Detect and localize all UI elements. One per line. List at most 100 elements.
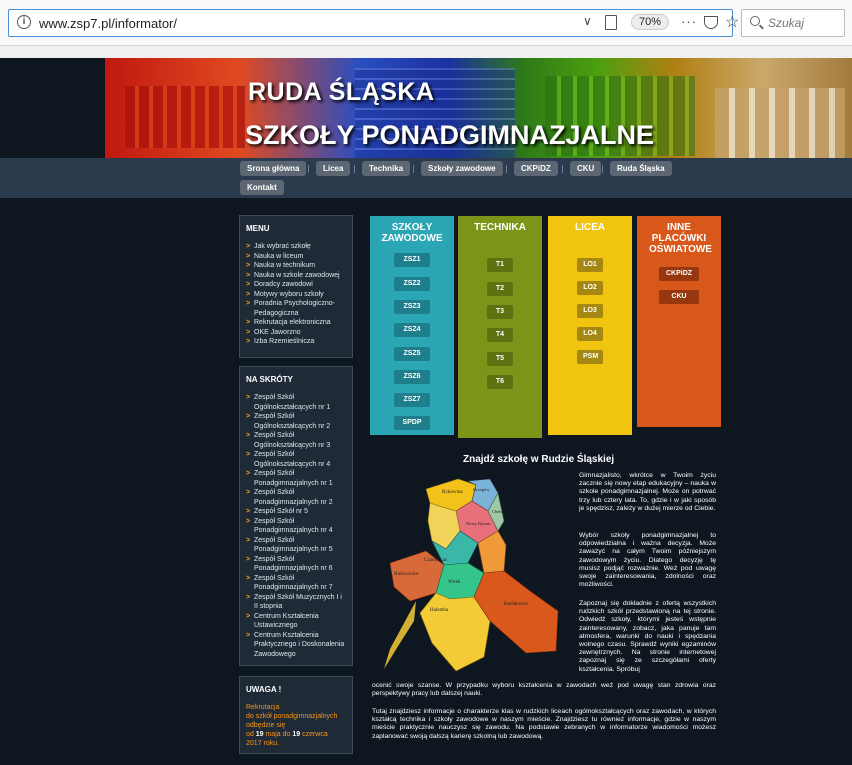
shortcut-item[interactable]: Zespół Szkół Muzycznych I i II stopnia [246,593,346,612]
intro-paragraph-3: Zapoznaj się dokładnie z ofertą wszystki… [579,600,716,673]
shortcut-item[interactable]: Centrum Kształcenia Praktycznego i Dosko… [246,631,346,660]
banner-title-schools: SZKOŁY PONADGIMNAZJALNE [245,120,655,150]
menu-item[interactable]: Nauka w liceum [246,252,346,262]
shortcut-item[interactable]: Zespół Szkół Ponadgimnazjalnych nr 1 [246,469,346,488]
find-school-heading: Znajdź szkołę w Rudzie Śląskiej [463,454,615,465]
menu-box: MENU Jak wybrać szkołę Nauka w liceum Na… [239,215,353,358]
banner-photo-building [715,88,845,158]
column-title: LICEA [575,222,605,233]
nav-ruda-slaska[interactable]: Ruda Śląska [610,161,672,176]
browser-toolbar: i www.zsp7.pl/informator/ ∨ 70% ··· ☆ Sz… [0,0,852,46]
menu-item[interactable]: Nauka w szkole zawodowej [246,271,346,281]
shortcuts-title: NA SKRÓTY [246,375,293,384]
school-button-cku[interactable]: CKU [659,290,699,304]
nav-kontakt[interactable]: Kontakt [240,180,284,195]
site-info-icon[interactable]: i [17,15,31,29]
address-bar[interactable]: i www.zsp7.pl/informator/ ∨ 70% ··· ☆ [8,9,739,37]
map-label-bykowina: Bykowina [442,490,463,495]
nav-ckpidz[interactable]: CKPiDZ [514,161,558,176]
menu-item[interactable]: Doradcy zawodowi [246,280,346,290]
search-placeholder: Szukaj [768,16,805,30]
nav-technika[interactable]: Technika [362,161,411,176]
chevron-down-icon[interactable]: ∨ [583,14,592,28]
url-text[interactable]: www.zsp7.pl/informator/ [39,16,177,31]
map-label-czarny-las: Czarny Las [424,558,447,563]
school-button-zsz2[interactable]: ZSZ2 [394,277,430,291]
notice-text[interactable]: Rekrutacja do szkół ponadgimnazjalnych o… [246,703,346,748]
school-button-lo3[interactable]: LO3 [577,304,603,318]
school-button-zsz7[interactable]: ZSZ7 [394,393,430,407]
school-button-t3[interactable]: T3 [487,305,513,319]
notice-title: UWAGA ! [246,685,282,694]
site-banner: RUDA ŚLĄSKA SZKOŁY PONADGIMNAZJALNE [105,58,852,158]
page-actions-icon[interactable]: ··· [681,14,697,29]
school-button-lo1[interactable]: LO1 [577,258,603,272]
school-button-zsz1[interactable]: ZSZ1 [394,253,430,267]
school-button-lo2[interactable]: LO2 [577,281,603,295]
zoom-level-button[interactable]: 70% [631,14,670,30]
map-label-bielszowice: Bielszowice [394,572,419,577]
column-technika: TECHNIKA T1 T2 T3 T4 T5 T6 [458,216,542,438]
reader-view-icon[interactable] [605,15,617,30]
school-button-t1[interactable]: T1 [487,258,513,272]
search-input[interactable]: Szukaj [741,9,845,37]
menu-item[interactable]: Jak wybrać szkołę [246,242,346,252]
school-button-t2[interactable]: T2 [487,282,513,296]
shortcut-item[interactable]: Zespół Szkół Ogólnokształcących nr 2 [246,412,346,431]
column-szkoly-zawodowe: SZKOŁY ZAWODOWE ZSZ1 ZSZ2 ZSZ3 ZSZ4 ZSZ5… [370,216,454,435]
column-title: INNE PLACÓWKI OŚWIATOWE [649,222,712,255]
menu-item[interactable]: Izba Rzemieślnicza [246,337,346,347]
school-button-zsz4[interactable]: ZSZ4 [394,323,430,337]
shortcut-item[interactable]: Zespół Szkół Ponadgimnazjalnych nr 4 [246,517,346,536]
shortcut-item[interactable]: Zespół Szkół Ogólnokształcących nr 1 [246,393,346,412]
menu-item[interactable]: OKE Jaworzno [246,328,346,338]
menu-title: MENU [246,224,270,233]
school-button-psm[interactable]: PSM [577,350,603,364]
intro-paragraph-1: Gimnazjalisto, wkrótce w Twoim życiu zac… [579,472,716,512]
column-licea: LICEA LO1 LO2 LO3 LO4 PSM [548,216,632,435]
intro-paragraph-5: Tutaj znajdziesz informacje o charakterz… [372,708,716,740]
map-label-chebzie: Chebzie [492,509,507,514]
shortcut-item[interactable]: Zespół Szkół nr 5 [246,507,346,517]
shortcut-item[interactable]: Centrum Kształcenia Ustawicznego [246,612,346,631]
school-button-ckpidz[interactable]: CKPiDZ [659,267,699,281]
nav-home[interactable]: Srona główna [240,161,307,176]
shortcuts-box: NA SKRÓTY Zespół Szkół Ogólnokształcącyc… [239,366,353,666]
map-label-kochlowice: Kochłowice [504,602,529,607]
main-nav: Srona główna Licea Technika Szkoły zawod… [0,158,852,198]
bookmark-star-icon[interactable]: ☆ [725,12,739,32]
nav-cku[interactable]: CKU [570,161,602,176]
school-button-t5[interactable]: T5 [487,352,513,366]
column-title: SZKOŁY ZAWODOWE [381,222,443,244]
school-button-t4[interactable]: T4 [487,328,513,342]
nav-szkoly-zawodowe[interactable]: Szkoły zawodowe [421,161,503,176]
map-label-nowy-bytom: Nowy Bytom [466,521,491,526]
menu-item[interactable]: Rekrutacja elektroniczna [246,318,346,328]
school-button-zsz6[interactable]: ZSZ6 [394,370,430,384]
shortcut-item[interactable]: Zespół Szkół Ogólnokształcących nr 3 [246,431,346,450]
ruda-slaska-district-map[interactable]: Bykowina Orzegów Nowy Bytom Chebzie Czar… [380,471,575,676]
intro-paragraph-4: ocenić swoje szanse. W przypadku wyboru … [372,682,716,698]
pocket-icon[interactable] [704,16,718,29]
map-label-halemba: Halemba [430,608,449,613]
school-button-zsz3[interactable]: ZSZ3 [394,300,430,314]
menu-item[interactable]: Motywy wyboru szkoły [246,290,346,300]
school-button-t6[interactable]: T6 [487,375,513,389]
menu-item[interactable]: Poradnia Psychologiczno-Pedagogiczna [246,299,346,318]
shortcut-item[interactable]: Zespół Szkół Ponadgimnazjalnych nr 6 [246,555,346,574]
map-label-wirek: Wirek [448,580,461,585]
school-button-zsz5[interactable]: ZSZ5 [394,347,430,361]
menu-item[interactable]: Nauka w technikum [246,261,346,271]
map-label-orzegow: Orzegów [473,487,490,492]
shortcut-item[interactable]: Zespół Szkół Ogólnokształcących nr 4 [246,450,346,469]
banner-photo-red [125,86,245,148]
shortcut-item[interactable]: Zespół Szkół Ponadgimnazjalnych nr 7 [246,574,346,593]
search-icon [750,16,760,26]
column-title: TECHNIKA [474,222,526,233]
school-button-lo4[interactable]: LO4 [577,327,603,341]
nav-licea[interactable]: Licea [316,161,351,176]
shortcut-item[interactable]: Zespół Szkół Ponadgimnazjalnych nr 5 [246,536,346,555]
column-inne-placowki: INNE PLACÓWKI OŚWIATOWE CKPiDZ CKU [637,216,721,427]
shortcut-item[interactable]: Zespół Szkół Ponadgimnazjalnych nr 2 [246,488,346,507]
school-button-spdp[interactable]: SPDP [394,416,430,430]
